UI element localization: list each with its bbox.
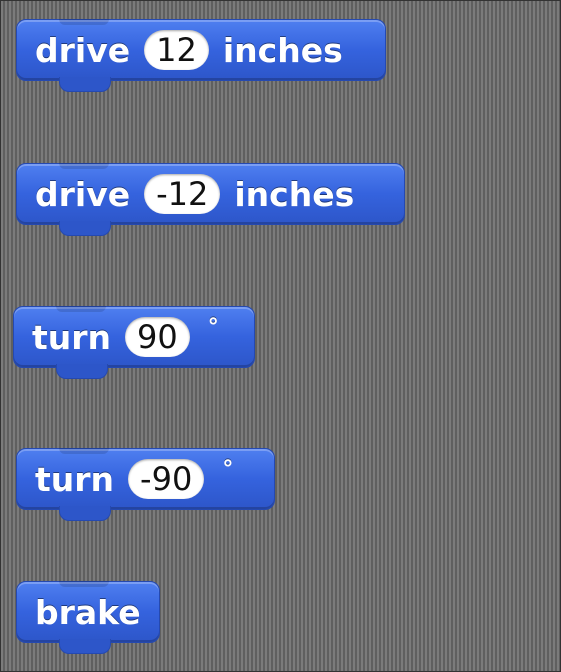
angle-input[interactable]: 90: [125, 317, 190, 357]
drive-forward-block[interactable]: drive 12 inches: [16, 19, 386, 92]
drive-backward-block[interactable]: drive -12 inches: [16, 163, 405, 236]
script-area[interactable]: drive 12 inches drive -12 inches turn 90…: [0, 0, 561, 672]
distance-input[interactable]: -12: [144, 174, 221, 214]
block-label: brake: [35, 592, 141, 632]
block-label: drive: [35, 174, 131, 214]
block-label: drive: [35, 30, 131, 70]
turn-left-block[interactable]: turn -90 °: [16, 448, 275, 521]
turn-right-block[interactable]: turn 90 °: [13, 306, 255, 379]
unit-label: inches: [222, 30, 343, 70]
brake-block[interactable]: brake: [16, 581, 160, 654]
degree-symbol: °: [207, 314, 219, 340]
unit-label: inches: [234, 174, 355, 214]
block-label: turn: [35, 459, 115, 499]
angle-input[interactable]: -90: [128, 459, 205, 499]
block-label: turn: [32, 317, 112, 357]
degree-symbol: °: [222, 456, 234, 482]
distance-input[interactable]: 12: [144, 30, 209, 70]
